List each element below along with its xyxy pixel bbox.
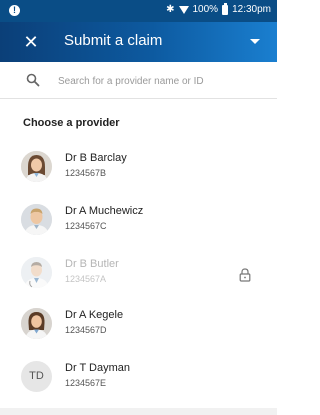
provider-row[interactable]: Dr A Muchewicz 1234567C [0, 197, 277, 247]
wifi-icon [178, 5, 189, 14]
search-icon [26, 73, 40, 87]
section-title: Choose a provider [23, 117, 120, 129]
status-bar: ! ✱ 100% 12:30pm [0, 0, 277, 22]
battery-percent: 100% [192, 4, 219, 15]
provider-id: 1234567E [65, 378, 107, 388]
status-time: 12:30pm [232, 4, 271, 15]
status-bar-right: ✱ 100% 12:30pm [166, 2, 271, 15]
bluetooth-icon: ✱ [166, 4, 175, 15]
bottom-edge [0, 408, 277, 415]
avatar-initials: TD [21, 361, 52, 392]
avatar [21, 308, 52, 339]
provider-row[interactable]: Dr B Barclay 1234567B [0, 144, 277, 194]
provider-name: Dr A Kegele [65, 309, 124, 321]
provider-row[interactable]: Dr A Kegele 1234567D [0, 301, 277, 351]
provider-name: Dr B Butler [65, 258, 119, 270]
battery-icon [222, 2, 229, 15]
avatar [21, 257, 52, 288]
provider-name: Dr A Muchewicz [65, 205, 144, 217]
provider-row[interactable]: TD Dr T Dayman 1234567E [0, 354, 277, 404]
avatar [21, 204, 52, 235]
provider-id: 1234567C [65, 221, 107, 231]
lock-icon [239, 268, 251, 282]
provider-name: Dr B Barclay [65, 152, 127, 164]
provider-row-locked[interactable]: Dr B Butler 1234567A [0, 250, 277, 300]
provider-name: Dr T Dayman [65, 362, 131, 374]
menu-dropdown-button[interactable] [247, 34, 263, 50]
search-input[interactable] [58, 71, 258, 91]
provider-id: 1234567A [65, 274, 107, 284]
app-bar: ✕ Submit a claim [0, 22, 277, 62]
provider-id: 1234567D [65, 325, 107, 335]
close-button[interactable]: ✕ [20, 30, 42, 54]
search-bar [0, 62, 277, 99]
close-icon: ✕ [23, 32, 39, 52]
provider-id: 1234567B [65, 168, 107, 178]
avatar [21, 151, 52, 182]
page-title: Submit a claim [64, 32, 163, 49]
screen: ! ✱ 100% 12:30pm ✕ Submit a claim Choose… [0, 0, 277, 415]
notification-icon: ! [9, 5, 20, 16]
